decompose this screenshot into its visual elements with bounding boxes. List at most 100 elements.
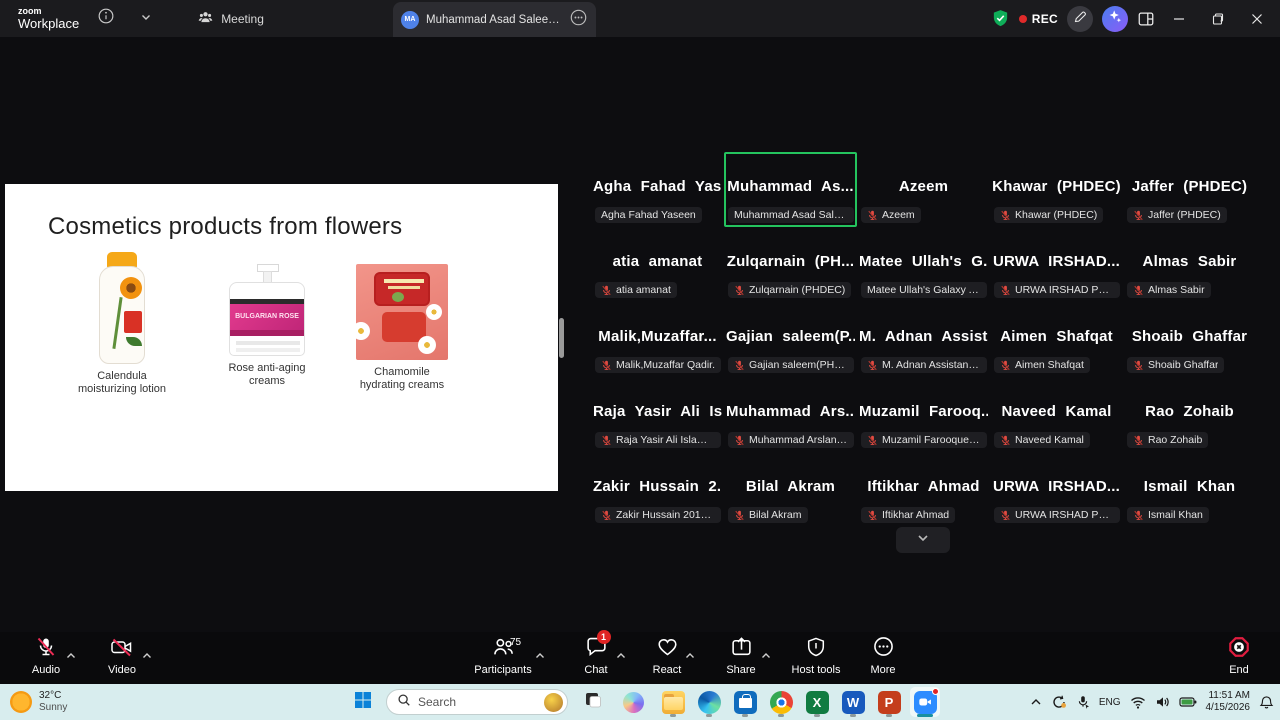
participant-tile[interactable]: Ismail KhanIsmail Khan: [1123, 452, 1256, 527]
more-button[interactable]: More: [845, 637, 921, 676]
participant-tile[interactable]: atia amanatatia amanat: [591, 227, 724, 302]
participant-name: atia amanat: [593, 253, 722, 270]
participant-tile[interactable]: Matee Ullah's G...Matee Ullah's Galaxy A…: [857, 227, 990, 302]
participant-tile[interactable]: URWA IRSHAD... URWA IRSHAD PHD S...: [990, 227, 1123, 302]
mic-muted-icon: [601, 285, 612, 296]
tray-mic-icon[interactable]: [1076, 695, 1090, 709]
taskbar-search-input[interactable]: Search: [386, 689, 568, 715]
participant-label: Shoaib Ghaffar: [1148, 359, 1218, 371]
taskbar-clock[interactable]: 11:51 AM 4/15/2026: [1206, 690, 1251, 714]
recording-indicator[interactable]: REC: [1019, 12, 1058, 26]
file-explorer-icon: [662, 691, 685, 714]
battery-icon[interactable]: [1179, 696, 1197, 708]
wifi-icon[interactable]: [1130, 696, 1146, 709]
copilot-button[interactable]: [618, 687, 648, 717]
task-view-button[interactable]: [578, 687, 608, 717]
participant-tile[interactable]: Shoaib GhaffarShoaib Ghaffar: [1123, 302, 1256, 377]
shared-screen-scrollbar[interactable]: [559, 318, 564, 358]
start-button[interactable]: [350, 689, 376, 715]
security-shield-icon[interactable]: [991, 9, 1010, 28]
powerpoint-taskbar-icon[interactable]: P: [874, 687, 904, 717]
meeting-people-icon: [197, 9, 214, 29]
participant-tile[interactable]: Agha Fahad Yas...Agha Fahad Yaseen: [591, 152, 724, 227]
video-button[interactable]: Video: [84, 637, 160, 676]
ai-companion-button[interactable]: [1102, 6, 1128, 32]
participant-tile[interactable]: Raja Yasir Ali Isl...Raja Yasir Ali Isla…: [591, 377, 724, 452]
participant-label: URWA IRSHAD PHD S...: [1015, 284, 1114, 296]
participant-tile[interactable]: Iftikhar AhmadIftikhar Ahmad: [857, 452, 990, 527]
language-indicator[interactable]: ENG: [1099, 697, 1121, 708]
participant-tile[interactable]: Muzamil Farooq...Muzamil Farooque (PH...: [857, 377, 990, 452]
share-options-chevron[interactable]: [761, 647, 771, 665]
word-taskbar-icon[interactable]: W: [838, 687, 868, 717]
running-indicator: [886, 714, 892, 717]
host-tools-button[interactable]: Host tools: [778, 637, 854, 676]
participant-label-pill: M. Adnan Assistant Chi...: [861, 357, 987, 373]
participant-tile[interactable]: Muhammad Ars...Muhammad Arslan Kh...: [724, 377, 857, 452]
participant-tile[interactable]: Zulqarnain (PH...Zulqarnain (PHDEC): [724, 227, 857, 302]
chrome-taskbar-icon[interactable]: [766, 687, 796, 717]
chat-button[interactable]: 1 Chat: [558, 637, 634, 676]
participant-tile[interactable]: Aimen ShafqatAimen Shafqat: [990, 302, 1123, 377]
tab-screen-share[interactable]: MA Muhammad Asad Saleem's screen: [393, 2, 596, 37]
close-button[interactable]: [1242, 4, 1272, 34]
edge-icon: [698, 691, 721, 714]
meeting-info-button[interactable]: [93, 6, 119, 32]
participant-name: URWA IRSHAD...: [992, 253, 1121, 270]
excel-taskbar-icon[interactable]: X: [802, 687, 832, 717]
participant-tile[interactable]: Zakir Hussain 2...Zakir Hussain 2018-ag.…: [591, 452, 724, 527]
participant-label: Iftikhar Ahmad: [882, 509, 949, 521]
participants-button[interactable]: 75 Participants: [465, 637, 541, 676]
notification-bell-icon[interactable]: [1259, 695, 1274, 710]
participants-options-chevron[interactable]: [535, 647, 545, 665]
chevron-down-icon: [915, 530, 931, 551]
participant-label-pill: Azeem: [861, 207, 921, 223]
zoom-workplace-window: zoom Workplace Meeting MA Muhammad Asad …: [0, 0, 1280, 720]
gallery-next-page-button[interactable]: [896, 527, 950, 553]
participant-tile[interactable]: M. Adnan Assist...M. Adnan Assistant Chi…: [857, 302, 990, 377]
participant-name: Raja Yasir Ali Isl...: [593, 403, 722, 420]
participant-label: Muhammad Asad Saleem: [734, 209, 848, 221]
volume-icon[interactable]: [1155, 695, 1170, 709]
maximize-button[interactable]: [1203, 4, 1233, 34]
video-options-chevron[interactable]: [142, 647, 152, 665]
product-caption: Chamomile hydrating creams: [352, 366, 452, 392]
participant-tile[interactable]: Gajian saleem(P...Gajian saleem(PHDEC): [724, 302, 857, 377]
tray-hidden-icons-chevron[interactable]: [1030, 697, 1042, 707]
microsoft-store-taskbar-icon[interactable]: [730, 687, 760, 717]
audio-button[interactable]: Audio: [8, 637, 84, 676]
participant-tile[interactable]: Jaffer (PHDEC)Jaffer (PHDEC): [1123, 152, 1256, 227]
react-options-chevron[interactable]: [685, 647, 695, 665]
product-rose: BULGARIAN ROSE Rose anti-aging creams: [217, 264, 317, 388]
participant-tile[interactable]: URWA IRSHAD...URWA IRSHAD PHD S...: [990, 452, 1123, 527]
chat-options-chevron[interactable]: [616, 647, 626, 665]
participant-label-pill: Muhammad Arslan Kh...: [728, 432, 854, 448]
react-button[interactable]: React: [629, 637, 705, 676]
mic-muted-icon: [867, 510, 878, 521]
end-meeting-button[interactable]: End: [1201, 637, 1277, 676]
titlebar-dropdown-button[interactable]: [133, 6, 159, 32]
minimize-button[interactable]: [1164, 4, 1194, 34]
file-explorer-taskbar-icon[interactable]: [658, 687, 688, 717]
annotate-button[interactable]: [1067, 6, 1093, 32]
audio-options-chevron[interactable]: [66, 647, 76, 665]
update-sync-icon[interactable]: [1051, 694, 1067, 710]
tab-options-icon[interactable]: [569, 8, 588, 32]
participant-tile[interactable]: Khawar (PHDEC)Khawar (PHDEC): [990, 152, 1123, 227]
share-button[interactable]: Share: [703, 637, 779, 676]
participant-tile[interactable]: Rao ZohaibRao Zohaib: [1123, 377, 1256, 452]
participant-name: Muzamil Farooq...: [859, 403, 988, 420]
participant-tile[interactable]: Almas SabirAlmas Sabir: [1123, 227, 1256, 302]
mic-muted-icon: [1000, 510, 1011, 521]
participant-tile[interactable]: AzeemAzeem: [857, 152, 990, 227]
taskbar-weather-widget[interactable]: 32°C Sunny: [10, 690, 67, 714]
participant-tile[interactable]: Naveed KamalNaveed Kamal: [990, 377, 1123, 452]
zoom-taskbar-icon[interactable]: [910, 687, 940, 717]
participant-tile[interactable]: Bilal AkramBilal Akram: [724, 452, 857, 527]
participant-tile[interactable]: Malik,Muzaffar...Malik,Muzaffar Qadir.: [591, 302, 724, 377]
tab-meeting[interactable]: Meeting: [185, 0, 276, 37]
edge-taskbar-icon[interactable]: [694, 687, 724, 717]
participant-label-pill: Rao Zohaib: [1127, 432, 1208, 448]
participant-tile-active-speaker[interactable]: Muhammad As...Muhammad Asad Saleem: [724, 152, 857, 227]
view-layout-icon[interactable]: [1137, 10, 1155, 28]
